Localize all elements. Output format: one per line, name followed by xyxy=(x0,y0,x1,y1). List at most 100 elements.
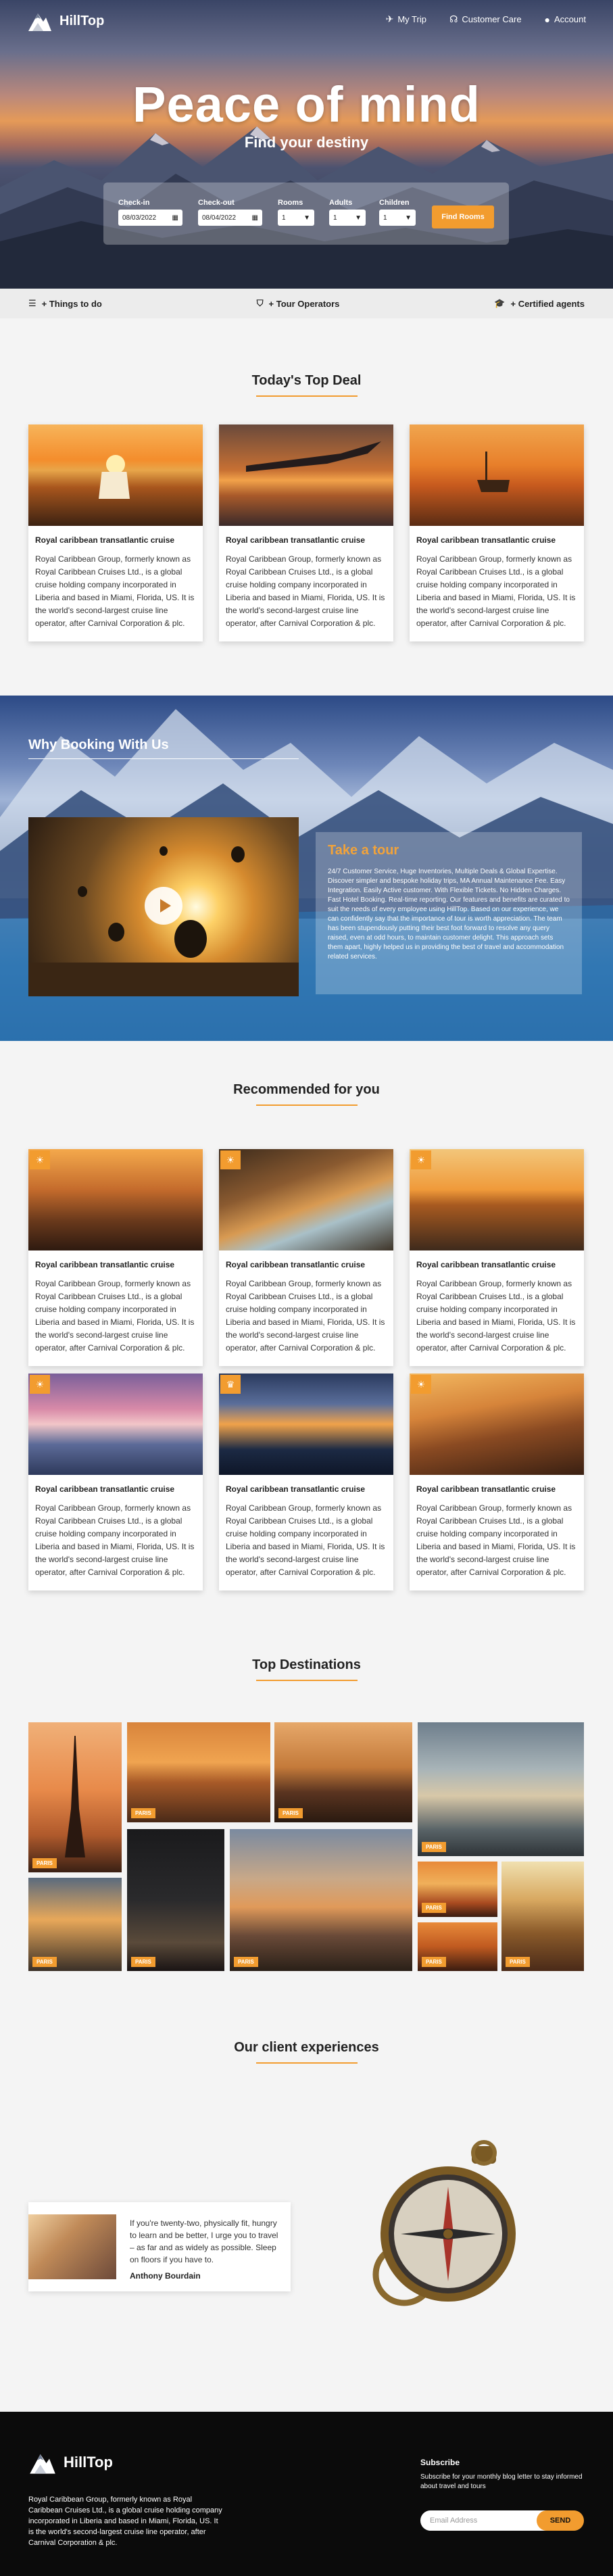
sun-badge-icon: ☀ xyxy=(411,1150,431,1169)
crown-badge-icon: ♛ xyxy=(220,1375,241,1394)
destination-tile[interactable]: PARIS xyxy=(501,1862,584,1971)
destination-tile[interactable]: PARIS xyxy=(28,1878,122,1971)
recommended-card[interactable]: ☀ Royal caribbean transatlantic cruise Ro… xyxy=(219,1149,393,1366)
nav-account-label: Account xyxy=(554,14,586,24)
deal-card-title: Royal caribbean transatlantic cruise xyxy=(35,535,175,545)
top-deal-title: Today's Top Deal xyxy=(0,373,613,397)
nav-my-trip[interactable]: ✈ My Trip xyxy=(386,14,426,25)
destination-tile[interactable]: PARIS xyxy=(274,1722,412,1822)
graduation-cap-icon: 🎓 xyxy=(494,298,506,308)
brand-name: HillTop xyxy=(59,13,105,28)
adults-label: Adults xyxy=(329,199,353,207)
recommended-card-title: Royal caribbean transatlantic cruise xyxy=(35,1260,175,1269)
adults-value: 1 xyxy=(333,214,337,222)
destination-tag: PARIS xyxy=(234,1957,258,1967)
checkout-label: Check-out xyxy=(198,199,235,207)
rooms-select[interactable]: 1 ▼ xyxy=(278,210,314,226)
recommended-card-title: Royal caribbean transatlantic cruise xyxy=(416,1260,556,1269)
compass-image xyxy=(372,2140,516,2306)
search-panel: Check-in 08/03/2022 ▦ Check-out 08/04/202… xyxy=(103,183,509,245)
chevron-down-icon: ▼ xyxy=(355,214,362,222)
recommended-card-text: Royal Caribbean Group, formerly known as… xyxy=(35,1503,195,1577)
hero-subtitle: Find your destiny xyxy=(244,134,369,151)
recommended-card-text: Royal Caribbean Group, formerly known as… xyxy=(35,1279,195,1353)
recommended-card-text: Royal Caribbean Group, formerly known as… xyxy=(416,1279,576,1353)
recommended-card[interactable]: ☀ Royal caribbean transatlantic cruise Ro… xyxy=(28,1374,203,1590)
children-value: 1 xyxy=(383,214,387,222)
pink-mountain-image: ☀ xyxy=(28,1374,203,1475)
rooms-field: Rooms 1 ▼ xyxy=(278,199,314,226)
destination-tag: PARIS xyxy=(278,1808,303,1818)
testimonial-card: If you're twenty-two, physically fit, hu… xyxy=(28,2202,291,2291)
destination-tile[interactable]: PARIS xyxy=(418,1862,497,1917)
adults-select[interactable]: 1 ▼ xyxy=(329,210,366,226)
checkin-input[interactable]: 08/03/2022 ▦ xyxy=(118,210,182,226)
feature-tour-operators[interactable]: ⛉ + Tour Operators xyxy=(257,298,340,309)
deal-card-text: Royal Caribbean Group, formerly known as… xyxy=(416,554,576,628)
video-thumbnail[interactable] xyxy=(28,817,299,996)
brand-logo[interactable]: HillTop xyxy=(27,9,104,32)
checkin-label: Check-in xyxy=(118,199,150,207)
mountain-logo-icon xyxy=(28,14,51,31)
recommended-card-text: Royal Caribbean Group, formerly known as… xyxy=(226,1503,385,1577)
headset-icon: ☊ xyxy=(449,14,458,24)
feature-things-to-do[interactable]: ☰ + Things to do xyxy=(28,298,102,309)
destination-tag: PARIS xyxy=(422,1903,446,1913)
footer: HillTop Royal Caribbean Group, formerly … xyxy=(0,2412,613,2576)
sun-badge-icon: ☀ xyxy=(30,1150,50,1169)
travelers-photo xyxy=(28,2214,116,2279)
children-label: Children xyxy=(379,199,410,207)
chevron-down-icon: ▼ xyxy=(303,214,310,222)
tour-title: Take a tour xyxy=(328,843,399,858)
recommended-card[interactable]: ☀ Royal caribbean transatlantic cruise Ro… xyxy=(410,1149,584,1366)
take-a-tour-panel: Take a tour 24/7 Customer Service, Huge … xyxy=(316,832,582,994)
destination-tile[interactable]: PARIS xyxy=(28,1722,122,1872)
checkout-input[interactable]: 08/04/2022 ▦ xyxy=(198,210,262,226)
nav-customer-care-label: Customer Care xyxy=(462,14,522,24)
destination-tile[interactable]: PARIS xyxy=(127,1829,224,1971)
checkin-value: 08/03/2022 xyxy=(122,214,157,222)
nav-account[interactable]: ● Account xyxy=(545,14,586,25)
destination-tile[interactable]: PARIS xyxy=(127,1722,270,1822)
destination-tag: PARIS xyxy=(506,1957,530,1967)
testimonial-quote: If you're twenty-two, physically fit, hu… xyxy=(130,2218,278,2264)
footer-logo[interactable]: HillTop xyxy=(28,2450,113,2475)
children-field: Children 1 ▼ xyxy=(379,199,416,226)
plane-icon: ✈ xyxy=(385,14,394,24)
recommended-card[interactable]: ☀ Royal caribbean transatlantic cruise Ro… xyxy=(410,1374,584,1590)
destination-tile[interactable]: PARIS xyxy=(418,1722,584,1856)
recommended-title: Recommended for you xyxy=(0,1082,613,1106)
recommended-card-title: Royal caribbean transatlantic cruise xyxy=(226,1484,366,1494)
desert-canyon-image: ☀ xyxy=(410,1374,584,1475)
feature-operators-label: + Tour Operators xyxy=(268,298,340,309)
checkin-field: Check-in 08/03/2022 ▦ xyxy=(118,199,182,226)
tour-text: 24/7 Customer Service, Huge Inventories,… xyxy=(328,868,570,961)
chevron-down-icon: ▼ xyxy=(405,214,412,222)
feature-certified-agents[interactable]: 🎓 + Certified agents xyxy=(494,298,585,309)
nav-my-trip-label: My Trip xyxy=(397,14,426,24)
checkout-field: Check-out 08/04/2022 ▦ xyxy=(198,199,262,226)
sun-badge-icon: ☀ xyxy=(30,1375,50,1394)
destination-tile[interactable]: PARIS xyxy=(230,1829,412,1971)
find-rooms-button[interactable]: Find Rooms xyxy=(432,205,494,228)
sun-badge-icon: ☀ xyxy=(411,1375,431,1394)
footer-brand-name: HillTop xyxy=(64,2454,113,2471)
hero-section: HillTop ✈ My Trip ☊ Customer Care ● Account… xyxy=(0,0,613,289)
deal-card[interactable]: Royal caribbean transatlantic cruise Roya… xyxy=(28,424,203,641)
play-button-icon[interactable] xyxy=(145,887,182,925)
destination-tag: PARIS xyxy=(131,1808,155,1818)
deal-card[interactable]: Royal caribbean transatlantic cruise Roya… xyxy=(410,424,584,641)
children-select[interactable]: 1 ▼ xyxy=(379,210,416,226)
rooms-label: Rooms xyxy=(278,199,303,207)
nav-customer-care[interactable]: ☊ Customer Care xyxy=(449,14,522,25)
recommended-card[interactable]: ☀ Royal caribbean transatlantic cruise Ro… xyxy=(28,1149,203,1366)
adults-field: Adults 1 ▼ xyxy=(329,199,366,226)
send-button[interactable]: SEND xyxy=(537,2510,584,2531)
destination-tile[interactable]: PARIS xyxy=(418,1922,497,1971)
deal-card-text: Royal Caribbean Group, formerly known as… xyxy=(35,554,195,628)
subscribe-title: Subscribe xyxy=(420,2458,460,2467)
recommended-card[interactable]: ♛ Royal caribbean transatlantic cruise Ro… xyxy=(219,1374,393,1590)
deal-card[interactable]: Royal caribbean transatlantic cruise Roya… xyxy=(219,424,393,641)
checkout-value: 08/04/2022 xyxy=(202,214,237,222)
feature-agents-label: + Certified agents xyxy=(510,298,585,309)
